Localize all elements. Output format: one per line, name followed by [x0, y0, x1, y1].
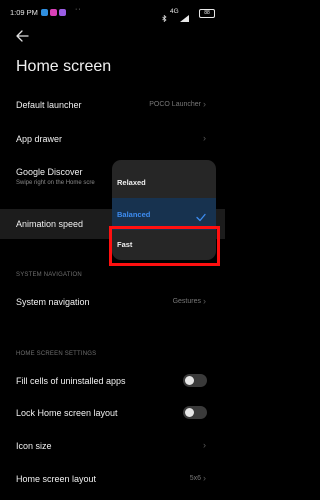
- chevron-right-icon: ›: [203, 440, 206, 450]
- fill-cells-toggle[interactable]: [183, 374, 207, 387]
- fill-cells-label: Fill cells of uninstalled apps: [16, 376, 126, 386]
- google-discover-row[interactable]: [0, 160, 112, 194]
- system-navigation-label: System navigation: [16, 297, 90, 307]
- google-discover-label: Google Discover: [16, 167, 83, 177]
- back-arrow-icon[interactable]: [14, 29, 30, 43]
- option-relaxed[interactable]: Relaxed: [112, 166, 216, 198]
- default-launcher-label: Default launcher: [16, 100, 82, 110]
- google-discover-subtitle: Swipe right on the Home scre: [16, 180, 95, 186]
- animation-speed-label: Animation speed: [16, 219, 84, 229]
- default-launcher-value: POCO Launcher: [149, 101, 201, 108]
- chevron-right-icon: ›: [203, 99, 206, 109]
- system-navigation-value: Gestures: [172, 298, 201, 305]
- app-drawer-label: App drawer: [16, 134, 63, 144]
- home-screen-layout-label: Home screen layout: [16, 474, 97, 484]
- home-screen-layout-value: 5x6: [189, 475, 201, 482]
- chevron-right-icon: ›: [203, 133, 206, 143]
- status-time: 1:09 PM: [10, 8, 38, 17]
- lock-layout-toggle[interactable]: [183, 406, 207, 419]
- bluetooth-icon: [162, 9, 167, 23]
- option-label: Relaxed: [117, 178, 146, 187]
- checkmark-icon: [196, 209, 206, 222]
- toggle-knob: [185, 408, 194, 417]
- notification-app-icon: [59, 9, 66, 16]
- lock-layout-label: Lock Home screen layout: [16, 408, 118, 418]
- section-header-home-screen-settings: HOME SCREEN SETTINGS: [16, 351, 97, 357]
- chevron-right-icon: ›: [203, 473, 206, 483]
- network-type: 4G: [170, 8, 179, 15]
- notification-app-icon: [50, 9, 57, 16]
- chevron-right-icon: ›: [203, 296, 206, 306]
- section-header-system-navigation: SYSTEM NAVIGATION: [16, 272, 82, 278]
- highlight-box: [109, 226, 220, 266]
- toggle-knob: [185, 376, 194, 385]
- notification-app-icon: [41, 9, 48, 16]
- icon-size-label: Icon size: [16, 441, 52, 451]
- page-title: Home screen: [16, 58, 112, 75]
- more-notifications-indicator: ··: [75, 6, 82, 13]
- signal-icon: [180, 9, 189, 22]
- option-label: Balanced: [117, 210, 151, 219]
- battery-indicator: 88: [199, 9, 215, 18]
